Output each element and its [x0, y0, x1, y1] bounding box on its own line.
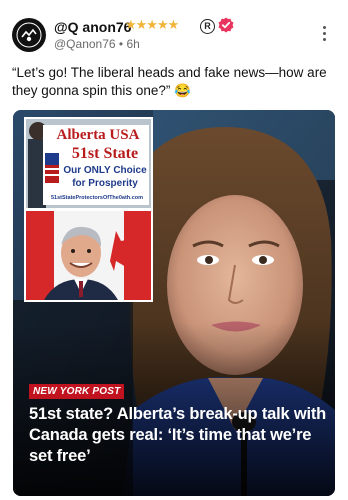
headline: 51st state? Alberta’s break-up talk with…: [29, 405, 327, 465]
sign-line-3: Our ONLY Choice: [63, 165, 147, 176]
separator: •: [118, 37, 124, 51]
sign-footer: 51stStateProtectorsOfThe0ath.com: [51, 195, 143, 201]
post-card: @Q anon76 ★★★★★ R @Qanon76 • 6h “Let’s g…: [0, 0, 348, 500]
registered-mark-icon: R: [200, 19, 215, 34]
post-text: “Let’s go! The liberal heads and fake ne…: [12, 65, 327, 98]
verified-badge-icon: [218, 17, 234, 33]
sign-line-1: Alberta USA: [56, 127, 140, 143]
handle[interactable]: @Qanon76: [54, 37, 116, 51]
inset-man-flag-photo: [24, 209, 153, 302]
sign-line-4: for Prosperity: [72, 178, 138, 189]
inset-protest-sign-photo: Alberta USA 51st State Our ONLY Choice f…: [24, 117, 153, 210]
sign-line-2: 51st State: [71, 145, 139, 162]
news-source-badge: NEW YORK POST: [29, 384, 125, 399]
post-time[interactable]: 6h: [126, 37, 139, 51]
avatar-logo-icon: [16, 22, 42, 48]
avatar[interactable]: [12, 18, 46, 52]
star-rating-icons: ★★★★★: [125, 17, 179, 32]
man-portrait-flag: [26, 211, 151, 300]
handle-and-time: @Qanon76 • 6h: [54, 37, 140, 51]
post-media[interactable]: Alberta USA 51st State Our ONLY Choice f…: [13, 110, 335, 496]
display-name[interactable]: @Q anon76: [54, 19, 131, 35]
more-options-icon[interactable]: [316, 26, 332, 44]
